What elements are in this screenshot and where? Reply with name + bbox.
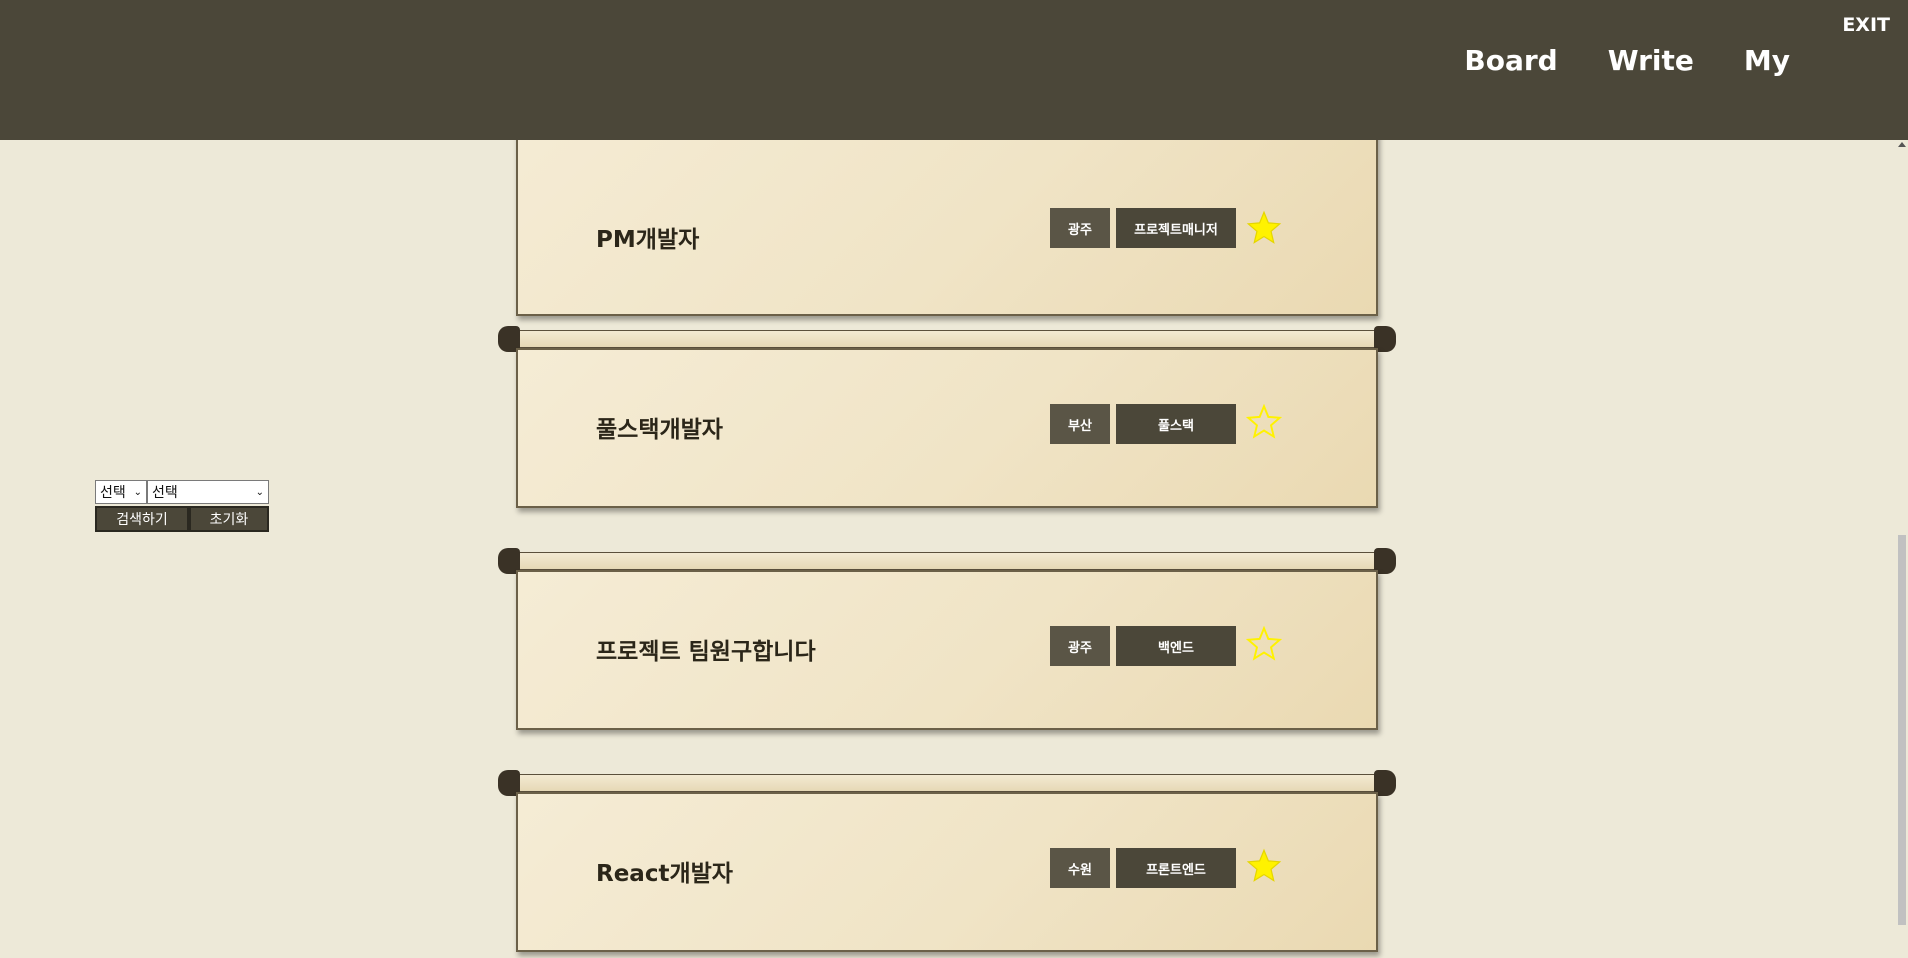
nav-board[interactable]: Board	[1464, 44, 1557, 77]
star-outline-icon[interactable]	[1246, 626, 1282, 662]
post-title: 프로젝트 팀원구합니다	[596, 639, 816, 665]
region-select-value: 선택	[100, 485, 126, 501]
scroll-paper: 프로젝트 팀원구합니다 광주 백엔드	[516, 570, 1378, 730]
role-select-value: 선택	[152, 485, 178, 501]
region-tag: 부산	[1050, 404, 1110, 444]
role-tag: 풀스택	[1116, 404, 1236, 444]
star-filled-icon[interactable]	[1246, 210, 1282, 246]
region-select[interactable]: 선택 ⌄	[95, 480, 147, 504]
nav-my[interactable]: My	[1744, 44, 1790, 77]
page-scrollbar[interactable]	[1896, 140, 1908, 958]
main-nav: Board Write My	[1464, 44, 1790, 77]
role-tag: 백엔드	[1116, 626, 1236, 666]
star-filled-icon[interactable]	[1246, 848, 1282, 884]
role-tag: 프론트엔드	[1116, 848, 1236, 888]
scrollbar-thumb[interactable]	[1898, 535, 1906, 925]
nav-write[interactable]: Write	[1608, 44, 1694, 77]
board-main: 선택 ⌄ 선택 ⌄ 검색하기 초기화 PM개발자 광주 프로젝트매니저 풀스택개…	[0, 140, 1896, 958]
role-select[interactable]: 선택 ⌄	[147, 480, 269, 504]
search-panel: 선택 ⌄ 선택 ⌄ 검색하기 초기화	[95, 480, 269, 532]
search-button[interactable]: 검색하기	[95, 506, 189, 532]
post-title: PM개발자	[596, 227, 700, 253]
chevron-down-icon: ⌄	[255, 486, 264, 498]
star-outline-icon[interactable]	[1246, 404, 1282, 440]
region-tag: 수원	[1050, 848, 1110, 888]
chevron-down-icon: ⌄	[133, 486, 142, 498]
scroll-paper: React개발자 수원 프론트엔드	[516, 792, 1378, 952]
scroll-up-icon[interactable]	[1898, 142, 1906, 147]
post-title: 풀스택개발자	[596, 417, 723, 443]
scroll-paper: PM개발자 광주 프로젝트매니저	[516, 140, 1378, 316]
role-tag: 프로젝트매니저	[1116, 208, 1236, 248]
reset-button[interactable]: 초기화	[189, 506, 269, 532]
scroll-paper: 풀스택개발자 부산 풀스택	[516, 348, 1378, 508]
exit-button[interactable]: EXIT	[1842, 14, 1890, 36]
top-header: EXIT Board Write My	[0, 0, 1908, 140]
region-tag: 광주	[1050, 626, 1110, 666]
post-title: React개발자	[596, 861, 733, 887]
region-tag: 광주	[1050, 208, 1110, 248]
